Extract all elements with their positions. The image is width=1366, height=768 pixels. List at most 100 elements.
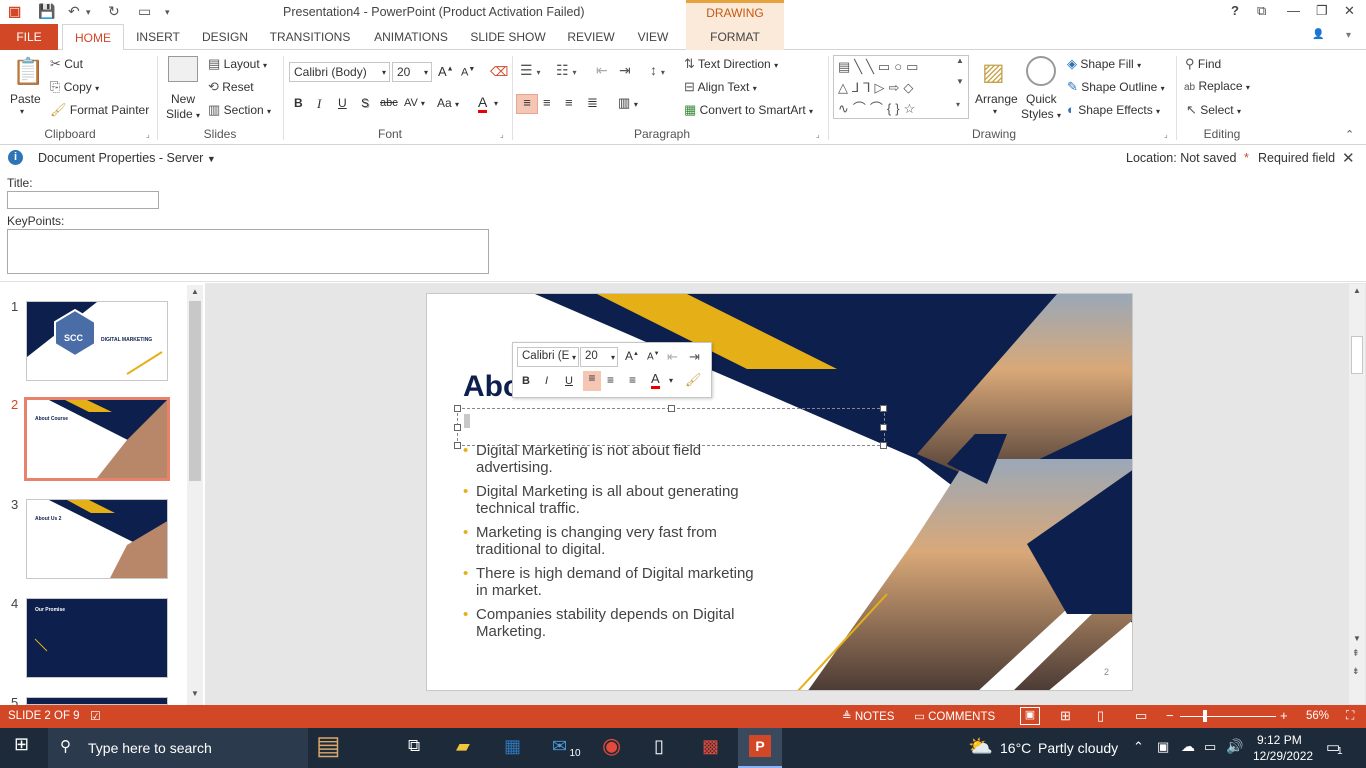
mail-icon[interactable]: ✉	[552, 736, 567, 757]
weather-description[interactable]: Partly cloudy	[1038, 740, 1118, 756]
show-hidden-icons[interactable]: ⌃	[1133, 739, 1144, 755]
account-dropdown-icon[interactable]: ▾	[1346, 30, 1351, 41]
slide-scrollbar[interactable]: ▲ ▼ ⇞ ⇟	[1349, 284, 1365, 704]
zoom-slider[interactable]	[1180, 716, 1276, 717]
close-properties-icon[interactable]: ✕	[1342, 149, 1355, 167]
align-center-button[interactable]: ≡	[543, 95, 551, 110]
search-box[interactable]: ⚲ Type here to search	[48, 728, 308, 768]
zoom-slider-thumb[interactable]	[1203, 710, 1207, 722]
quick-styles-button[interactable]: Quick	[1026, 92, 1057, 106]
bullets-icon[interactable]: ☰ ▾	[520, 62, 540, 79]
justify-button[interactable]: ≣	[587, 95, 598, 111]
text-direction-button[interactable]: ⇅ Text Direction ▾	[684, 56, 778, 72]
line-spacing-icon[interactable]: ↕ ▾	[650, 62, 665, 78]
store-icon[interactable]: ▦	[504, 736, 521, 757]
italic-button[interactable]: I	[317, 96, 321, 112]
arrange-dropdown-icon[interactable]: ▾	[993, 107, 997, 116]
mini-shrink-font-icon[interactable]: A▼	[647, 351, 660, 362]
ribbon-display-button[interactable]: ⧉	[1257, 3, 1266, 19]
help-button[interactable]: ?	[1231, 3, 1239, 18]
slide-thumbnail-1[interactable]: SCC DIGITAL MARKETING	[26, 301, 168, 381]
shapes-gallery[interactable]: ▤╲╲▭○▭ △⅃⅂▷⇨◇ ∿⌒⌒{}☆	[833, 55, 969, 119]
slide-thumbnail-5[interactable]	[26, 697, 168, 705]
numbering-icon[interactable]: ☷ ▾	[556, 62, 576, 79]
mini-font-color-dropdown-icon[interactable]: ▾	[669, 376, 673, 385]
clipboard-launcher-icon[interactable]: ⌟	[146, 130, 150, 139]
resize-handle[interactable]	[454, 405, 461, 412]
mini-increase-indent-icon[interactable]: ⇥	[689, 349, 700, 365]
volume-icon[interactable]: 🔊	[1226, 738, 1243, 755]
resize-handle[interactable]	[880, 442, 887, 449]
tab-slide-show[interactable]: SLIDE SHOW	[468, 24, 548, 50]
mini-align-left-button[interactable]: ≡	[583, 371, 601, 391]
slide-canvas[interactable]: About Course •Digital Marketing is not a…	[426, 293, 1133, 691]
paste-dropdown-icon[interactable]: ▾	[20, 107, 24, 116]
cut-button[interactable]: ✂ Cut	[50, 56, 83, 72]
font-name-box[interactable]: Calibri (Body) ▾	[289, 62, 390, 82]
zoom-out-icon[interactable]: −	[1166, 708, 1174, 723]
font-size-box[interactable]: 20 ▾	[392, 62, 432, 82]
scroll-down-icon[interactable]: ▼	[191, 689, 199, 698]
title-field[interactable]	[7, 191, 159, 209]
redo-icon[interactable]: ↻	[108, 3, 120, 20]
office-icon[interactable]: ▩	[702, 736, 719, 757]
align-text-button[interactable]: ⊟ Align Text ▾	[684, 79, 757, 95]
scroll-up-icon[interactable]: ▲	[1353, 286, 1361, 295]
close-button[interactable]: ✕	[1344, 3, 1355, 19]
chrome-icon[interactable]: ◉	[602, 733, 621, 759]
document-properties-title[interactable]: Document Properties - Server ▼	[38, 151, 216, 165]
tab-review[interactable]: REVIEW	[562, 24, 620, 50]
font-color-dropdown-icon[interactable]: ▾	[494, 99, 498, 108]
slide-thumbnail-4[interactable]: Our Promise	[26, 598, 168, 678]
replace-button[interactable]: ab Replace ▾	[1184, 79, 1250, 93]
file-explorer-icon[interactable]: ▰	[456, 736, 470, 757]
mini-align-center-button[interactable]: ≡	[607, 373, 614, 387]
onedrive-icon[interactable]: ☁	[1181, 738, 1195, 755]
tab-format[interactable]: FORMAT	[686, 24, 784, 50]
spell-check-icon[interactable]: ☑	[90, 709, 101, 723]
notepad-icon[interactable]: ▯	[654, 736, 664, 757]
strikethrough-button[interactable]: abc	[380, 97, 398, 109]
battery-icon[interactable]: ▭	[1204, 739, 1216, 755]
align-left-button[interactable]: ≡	[516, 94, 538, 114]
task-view-icon[interactable]: ⧉	[408, 736, 420, 756]
next-slide-icon[interactable]: ⇟	[1352, 666, 1360, 677]
convert-smartart-button[interactable]: ▦ Convert to SmartArt ▾	[684, 102, 813, 118]
tab-animations[interactable]: ANIMATIONS	[366, 24, 456, 50]
undo-dropdown-icon[interactable]: ▾	[86, 7, 91, 18]
mini-format-painter-icon[interactable]: 🖌	[685, 372, 702, 388]
account-icon[interactable]: 👤	[1312, 29, 1324, 40]
shape-outline-button[interactable]: ✎ Shape Outline ▾	[1067, 79, 1165, 95]
clock-time[interactable]: 9:12 PM	[1257, 733, 1302, 747]
resize-handle[interactable]	[880, 405, 887, 412]
shadow-button[interactable]: S	[361, 96, 369, 110]
scroll-up-icon[interactable]: ▲	[191, 287, 199, 296]
resize-handle[interactable]	[454, 424, 461, 431]
zoom-in-icon[interactable]: +	[1280, 708, 1288, 723]
tab-design[interactable]: DESIGN	[196, 24, 254, 50]
character-spacing-button[interactable]: AV ▾	[404, 97, 425, 109]
change-case-button[interactable]: Aa ▾	[437, 96, 459, 110]
previous-slide-icon[interactable]: ⇞	[1352, 648, 1360, 659]
keypoints-field[interactable]	[7, 229, 489, 274]
quick-styles-label-2[interactable]: Styles ▾	[1021, 107, 1061, 121]
mini-italic-button[interactable]: I	[545, 375, 548, 387]
format-painter-button[interactable]: 🖌 Format Painter	[50, 102, 149, 118]
font-color-button[interactable]: A	[478, 94, 488, 113]
tab-file[interactable]: FILE	[0, 24, 58, 50]
maximize-button[interactable]: ❐	[1316, 3, 1328, 19]
fit-to-window-icon[interactable]: ⛶	[1346, 708, 1354, 723]
slide-show-icon[interactable]: ▭	[1135, 708, 1147, 724]
underline-button[interactable]: U	[338, 96, 347, 110]
reset-button[interactable]: ⟲ Reset	[208, 79, 254, 95]
resize-handle[interactable]	[454, 442, 461, 449]
mini-underline-button[interactable]: U	[565, 375, 573, 387]
font-launcher-icon[interactable]: ⌟	[500, 130, 504, 139]
decrease-indent-icon[interactable]: ⇤	[596, 62, 608, 79]
bold-button[interactable]: B	[294, 96, 303, 110]
slide-thumbnail-2[interactable]: About Course	[24, 397, 170, 481]
zoom-level[interactable]: 56%	[1306, 710, 1329, 722]
shape-fill-button[interactable]: ◈ Shape Fill ▾	[1067, 56, 1141, 72]
copy-button[interactable]: ⎘ Copy ▾	[50, 79, 99, 95]
drawing-launcher-icon[interactable]: ⌟	[1164, 130, 1168, 139]
